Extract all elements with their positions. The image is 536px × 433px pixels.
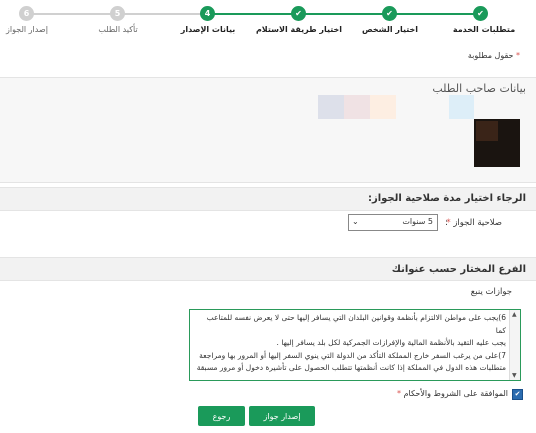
terms-textarea[interactable]: 6)يجب على مواطن الالتزام بأنظمة وقوانين … [189,309,521,381]
validity-label-text: صلاحية الجواز [453,218,502,228]
blurred-block-3 [370,95,396,119]
branch-value: جوازات ينبع [470,287,512,297]
terms-line-4: متطلبات هذه الدول في المملكة إذا كانت أن… [196,363,506,381]
scroll-up-icon: ▲ [512,311,517,318]
blurred-block-1 [318,95,344,119]
back-button[interactable]: رجوع [198,406,245,426]
applicant-photo [474,119,520,167]
step-1-label: متطلبات الخدمة [452,25,516,34]
progress-line-done [208,13,481,15]
step-1-check-icon: ✔ [473,6,488,21]
step-3-label: اختيار طريقة الاستلام [255,25,343,34]
terms-scrollbar[interactable]: ▲ ▼ [509,310,520,380]
agree-required-star: * [397,389,402,398]
terms-line-1: 6)يجب على مواطن الالتزام بأنظمة وقوانين … [206,313,506,335]
validity-selected-value: 5 سنوات [402,217,433,226]
step-6-circle: 6 [19,6,34,21]
validity-colon: : [445,218,449,228]
required-fields-note: * حقول مطلوبة [468,51,520,60]
agree-label-text: الموافقة على الشروط والأحكام [403,389,508,398]
blurred-block-2 [344,95,370,119]
scroll-down-icon: ▼ [512,372,517,379]
terms-line-2: يجب عليه التقيد بالأنظمة المالية والإفرا… [276,338,506,347]
step-3-check-icon: ✔ [291,6,306,21]
validity-field-label: صلاحية الجواز * [446,218,502,228]
branch-section-title: الفرع المختار حسب عنوانك [391,264,526,275]
blurred-block-4 [449,95,474,119]
validity-section-title: الرجاء اختيار مدة صلاحية الجواز: [367,193,526,204]
chevron-down-icon: ⌄ [352,217,359,226]
step-5-circle: 5 [110,6,125,21]
applicant-section-title: بيانات صاحب الطلب [432,82,526,95]
step-5-label: تأكيد الطلب [98,25,138,34]
step-2-label: اختيار الشخص [362,25,418,34]
step-4-circle: 4 [200,6,215,21]
photo-face [476,121,498,141]
issue-passport-button[interactable]: إصدار جواز [249,406,315,426]
step-4-label: بيانات الإصدار [180,25,236,34]
agree-checkbox[interactable]: ✔ [512,389,523,400]
agree-label: الموافقة على الشروط والأحكام * [397,389,508,398]
terms-text: 6)يجب على مواطن الالتزام بأنظمة وقوانين … [196,312,506,381]
terms-line-3: 7)على من يرغب السفر خارج المملكة التأكد … [199,350,506,360]
validity-select[interactable]: ⌄ 5 سنوات [348,214,438,231]
required-star: * [516,51,520,60]
step-2-check-icon: ✔ [382,6,397,21]
step-6-label: إصدار الجواز [6,25,48,34]
required-note-text: حقول مطلوبة [467,51,514,60]
